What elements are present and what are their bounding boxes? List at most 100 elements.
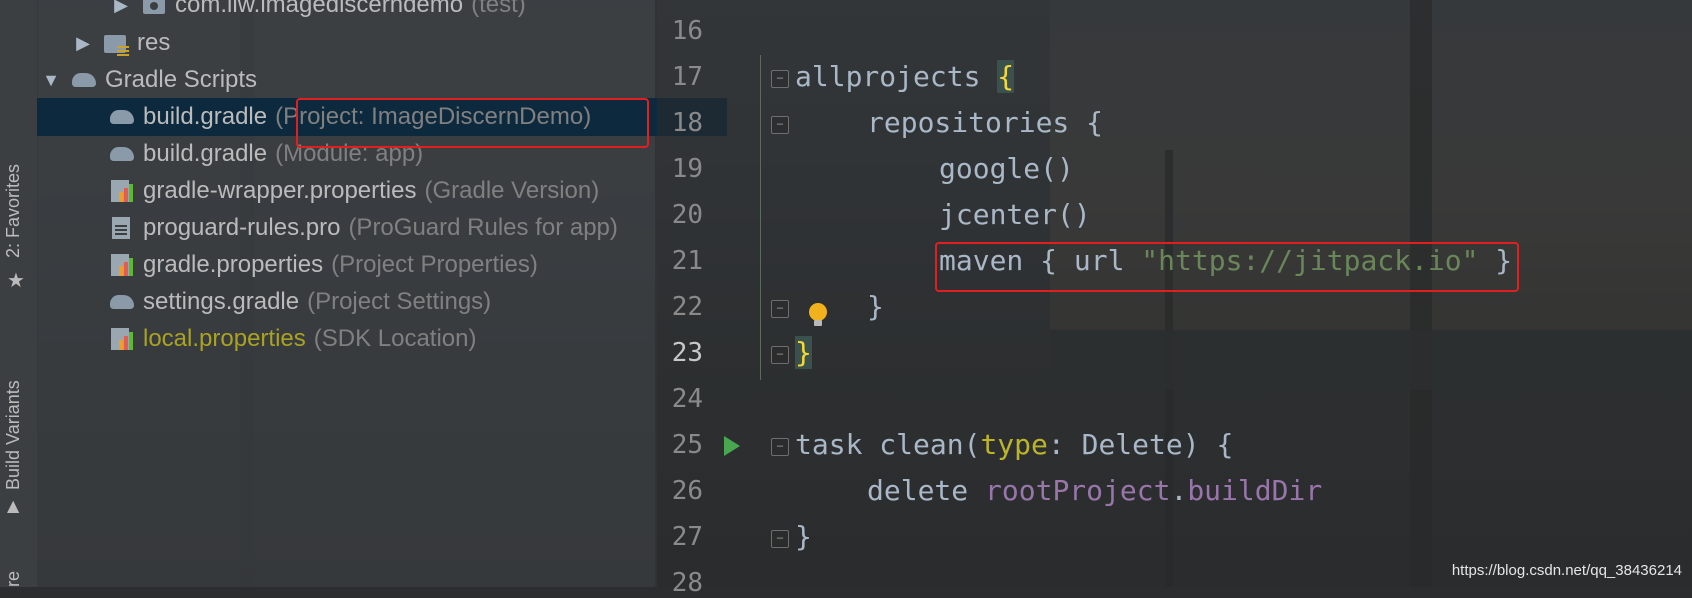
tree-item[interactable]: ▶ com.llw.imagediscerndemo (test) bbox=[37, 0, 727, 24]
tree-item[interactable]: build.gradle (Module: app) bbox=[37, 135, 727, 173]
tree-item-name: local.properties bbox=[143, 325, 306, 352]
code-line-20: jcenter() bbox=[939, 198, 1091, 231]
code-line-19: google() bbox=[939, 152, 1074, 185]
code-text: repositories { bbox=[867, 106, 1104, 139]
tree-item[interactable]: ▼ Gradle Scripts bbox=[37, 61, 657, 99]
watermark: https://blog.csdn.net/qq_38436214 bbox=[1451, 562, 1682, 579]
build-variants-tab[interactable]: Build Variants bbox=[3, 380, 24, 490]
line-number: 20 bbox=[671, 200, 703, 230]
tree-item[interactable]: ▶ res bbox=[37, 24, 689, 62]
fold-marker-icon[interactable]: − bbox=[771, 346, 789, 364]
fold-marker-icon[interactable]: − bbox=[771, 438, 789, 456]
tree-item-hint: (ProGuard Rules for app) bbox=[348, 214, 618, 241]
tree-item-name: com.llw.imagediscerndemo bbox=[175, 0, 464, 18]
tree-item[interactable]: local.properties (SDK Location) bbox=[37, 320, 727, 358]
tool-window-strip: 2: Favorites ★ Build Variants ▲ re bbox=[0, 0, 38, 587]
line-number: 16 bbox=[671, 16, 703, 46]
tree-item-selected[interactable]: build.gradle (Project: ImageDiscernDemo) bbox=[37, 98, 727, 136]
code-line-18: repositories { bbox=[867, 106, 1103, 139]
fold-marker-icon[interactable]: − bbox=[771, 300, 789, 318]
code-property: rootProject bbox=[985, 474, 1171, 507]
code-text: : Delete) { bbox=[1047, 428, 1234, 461]
code-line-17: allprojects { bbox=[795, 60, 1015, 93]
line-number: 22 bbox=[671, 292, 703, 322]
code-line-21: maven { url "https://jitpack.io" } bbox=[939, 244, 1512, 277]
code-text: maven { url bbox=[939, 244, 1142, 277]
code-line-27: } bbox=[795, 520, 812, 553]
tree-item[interactable]: gradle.properties (Project Properties) bbox=[37, 246, 727, 284]
code-brace-highlight: } bbox=[795, 336, 812, 369]
lightbulb-icon[interactable] bbox=[809, 303, 827, 326]
tree-item-hint: (Project: ImageDiscernDemo) bbox=[275, 103, 592, 130]
tree-item-hint: (Module: app) bbox=[275, 140, 424, 167]
line-number: 28 bbox=[671, 568, 703, 598]
code-text: jcenter() bbox=[939, 198, 1091, 231]
tree-item-hint: (Project Properties) bbox=[331, 251, 538, 278]
line-number: 27 bbox=[671, 522, 703, 552]
code-keyword: allprojects bbox=[795, 60, 981, 93]
code-text: task clean( bbox=[795, 428, 981, 461]
tree-item-name: build.gradle bbox=[143, 140, 268, 167]
code-brace-highlight: { bbox=[997, 60, 1015, 93]
code-line-25: task clean(type: Delete) { bbox=[795, 428, 1233, 461]
code-text: } bbox=[1478, 244, 1513, 277]
code-text: google() bbox=[939, 152, 1074, 185]
favorites-tab[interactable]: 2: Favorites bbox=[3, 164, 24, 258]
expand-arrow-icon[interactable]: ▶ bbox=[71, 33, 95, 54]
code-property: buildDir bbox=[1187, 474, 1323, 507]
fold-marker-icon[interactable]: − bbox=[771, 530, 789, 548]
code-line-23: } bbox=[795, 336, 812, 369]
tree-item-hint: (SDK Location) bbox=[313, 325, 477, 352]
code-line-22: } bbox=[867, 290, 884, 323]
tree-item[interactable]: gradle-wrapper.properties (Gradle Versio… bbox=[37, 172, 727, 210]
fold-marker-icon[interactable]: − bbox=[771, 116, 789, 134]
run-gutter-icon[interactable] bbox=[724, 436, 740, 456]
code-string: "https://jitpack.io" bbox=[1141, 244, 1479, 277]
code-text: delete bbox=[867, 474, 986, 507]
tree-item-name: Gradle Scripts bbox=[105, 66, 258, 93]
gradle-icon bbox=[109, 141, 135, 167]
code-text: } bbox=[795, 520, 812, 553]
tree-item-hint: (Gradle Version) bbox=[424, 177, 600, 204]
structure-tab[interactable]: re bbox=[3, 571, 24, 587]
collapse-arrow-icon[interactable]: ▼ bbox=[39, 70, 63, 91]
line-number-current: 23 bbox=[671, 338, 703, 368]
line-number: 26 bbox=[671, 476, 703, 506]
code-param: type bbox=[980, 428, 1048, 461]
tree-item-name: proguard-rules.pro bbox=[143, 214, 341, 241]
code-editor[interactable]: 16 17 18 19 20 21 22 23 24 25 26 27 28 −… bbox=[657, 0, 1692, 598]
gradle-icon bbox=[109, 289, 135, 315]
project-tree-panel: ▶ com.llw.imagediscerndemo (test) ▶ res … bbox=[37, 0, 727, 587]
indent-guide bbox=[760, 55, 761, 380]
tree-item-hint: (test) bbox=[471, 0, 526, 18]
fold-marker-icon[interactable]: − bbox=[771, 70, 789, 88]
text-file-icon bbox=[109, 215, 135, 241]
gradle-icon bbox=[109, 104, 135, 130]
tree-item-name: settings.gradle bbox=[143, 288, 300, 315]
android-icon: ▲ bbox=[7, 496, 20, 515]
folder-icon bbox=[103, 30, 129, 56]
line-number: 17 bbox=[671, 62, 703, 92]
tree-item-hint: (Project Settings) bbox=[307, 288, 492, 315]
properties-icon bbox=[109, 178, 135, 204]
tree-item-name: gradle.properties bbox=[143, 251, 324, 278]
line-number: 24 bbox=[671, 384, 703, 414]
build-variants-tab-label: Build Variants bbox=[3, 380, 23, 490]
line-number: 25 bbox=[671, 430, 703, 460]
tree-item-name: gradle-wrapper.properties bbox=[143, 177, 417, 204]
code-text: } bbox=[867, 290, 884, 323]
properties-icon bbox=[109, 326, 135, 352]
structure-tab-label: re bbox=[3, 570, 23, 587]
gradle-icon bbox=[71, 67, 97, 93]
code-text: . bbox=[1170, 474, 1188, 507]
favorites-tab-label: 2: Favorites bbox=[3, 163, 23, 258]
tree-item[interactable]: settings.gradle (Project Settings) bbox=[37, 283, 727, 321]
code-line-26: delete rootProject.buildDir bbox=[867, 474, 1322, 507]
tree-item-name: res bbox=[137, 29, 171, 56]
tree-item-name: build.gradle bbox=[143, 103, 268, 130]
line-number: 21 bbox=[671, 246, 703, 276]
line-number: 18 bbox=[671, 108, 703, 138]
expand-arrow-icon[interactable]: ▶ bbox=[109, 0, 133, 16]
tree-item[interactable]: proguard-rules.pro (ProGuard Rules for a… bbox=[37, 209, 727, 247]
star-icon[interactable]: ★ bbox=[7, 268, 25, 292]
